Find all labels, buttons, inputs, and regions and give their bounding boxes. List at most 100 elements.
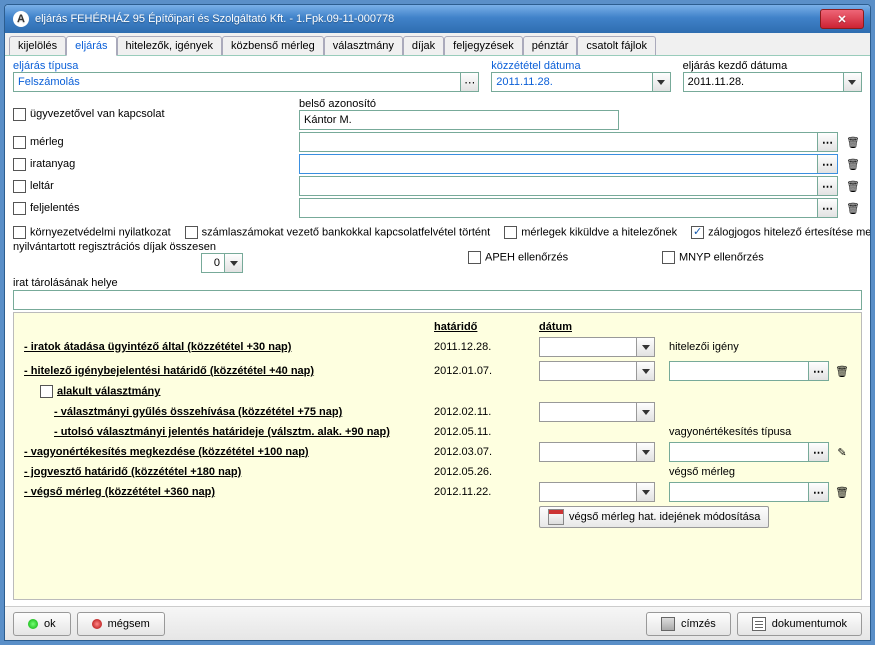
tab-kozbensomerleg[interactable]: közbenső mérleg	[222, 36, 324, 55]
tab-feljegyzesek[interactable]: feljegyzések	[444, 36, 523, 55]
cancel-icon	[92, 619, 102, 629]
checkbox-icon[interactable]	[13, 226, 26, 239]
row-hitelezok-date[interactable]	[539, 361, 655, 381]
chevron-down-icon[interactable]	[636, 403, 654, 421]
row-iratok[interactable]: - iratok átadása ügyintéző által (közzét…	[24, 341, 424, 353]
zalog-check[interactable]: zálogjogos hitelező értesítése megtörtén…	[691, 226, 870, 239]
pub-value: 2011.11.28.	[492, 76, 651, 88]
internal-id-input[interactable]: Kántor M.	[299, 110, 619, 130]
close-button[interactable]: ✕	[820, 9, 864, 29]
checkbox-icon[interactable]	[185, 226, 198, 239]
dokumentumok-label: dokumentumok	[772, 618, 847, 630]
ok-label: ok	[44, 618, 56, 630]
chevron-down-icon[interactable]	[636, 443, 654, 461]
type-combo[interactable]: Felszámolás ⋯	[13, 72, 479, 92]
ellipsis-icon[interactable]: ⋯	[817, 155, 837, 173]
dokumentumok-button[interactable]: dokumentumok	[737, 612, 862, 636]
start-value: 2011.11.28.	[684, 76, 843, 88]
merlegki-check[interactable]: mérlegek kiküldve a hitelezőnek	[504, 226, 677, 239]
tab-valasztmany[interactable]: választmány	[324, 36, 403, 55]
chevron-down-icon[interactable]	[636, 362, 654, 380]
iratanyag-input[interactable]: ⋯	[299, 154, 838, 174]
checkbox-icon[interactable]	[13, 158, 26, 171]
szamla-check[interactable]: számlaszámokat vezető bankokkal kapcsola…	[185, 226, 491, 239]
chevron-down-icon[interactable]	[652, 73, 670, 91]
merleg-check[interactable]: mérleg	[13, 136, 293, 149]
row-iratok-date[interactable]	[539, 337, 655, 357]
ellipsis-icon[interactable]: ⋯	[808, 483, 828, 501]
row-vagyon[interactable]: - vagyonértékesítés megkezdése (közzétét…	[24, 446, 424, 458]
iratanyag-delete[interactable]: 🗑	[844, 154, 862, 174]
mnyp-check[interactable]: MNYP ellenőrzés	[662, 251, 862, 264]
cimzes-button[interactable]: címzés	[646, 612, 731, 636]
ellipsis-icon[interactable]: ⋯	[817, 133, 837, 151]
ok-button[interactable]: ok	[13, 612, 71, 636]
row-hitelezok[interactable]: - hitelező igénybejelentési határidő (kö…	[24, 365, 424, 377]
korny-check[interactable]: környezetvédelmi nyilatkozat	[13, 226, 171, 239]
merleg-input[interactable]: ⋯	[299, 132, 838, 152]
row-vegso-date[interactable]	[539, 482, 655, 502]
tab-hitelezok[interactable]: hitelezők, igények	[117, 36, 222, 55]
row-valasztmanyi[interactable]: - választmányi gyűlés összehívása (közzé…	[24, 406, 424, 418]
row-vegso[interactable]: - végső mérleg (közzététel +360 nap)	[24, 486, 424, 498]
tab-penztar[interactable]: pénztár	[523, 36, 578, 55]
ellipsis-icon[interactable]: ⋯	[817, 199, 837, 217]
leltar-delete[interactable]: 🗑	[844, 176, 862, 196]
leltar-label: leltár	[30, 180, 54, 192]
row-vagyon-date[interactable]	[539, 442, 655, 462]
checkbox-icon[interactable]	[13, 202, 26, 215]
chevron-down-icon[interactable]	[636, 338, 654, 356]
modify-vegso-button[interactable]: végső mérleg hat. idejének módosítása	[539, 506, 769, 528]
vagyon-extra[interactable]: ✎	[833, 442, 851, 462]
start-date[interactable]: 2011.11.28.	[683, 72, 862, 92]
apeh-check[interactable]: APEH ellenőrzés	[468, 251, 648, 264]
feljelentes-delete[interactable]: 🗑	[844, 198, 862, 218]
row-jogveszto[interactable]: - jogvesztő határidő (közzététel +180 na…	[24, 466, 424, 478]
ellipsis-icon[interactable]: ⋯	[808, 362, 828, 380]
client-area: kijelölés eljárás hitelezők, igények köz…	[5, 33, 870, 640]
checkbox-icon[interactable]	[468, 251, 481, 264]
hitelezoi-delete[interactable]: 🗑	[833, 361, 851, 381]
leltar-input[interactable]: ⋯	[299, 176, 838, 196]
hitelezoi-combo[interactable]: ⋯	[669, 361, 829, 381]
leltar-check[interactable]: leltár	[13, 180, 293, 193]
merleg-delete[interactable]: 🗑	[844, 132, 862, 152]
row-valasztmanyi-date[interactable]	[539, 402, 655, 422]
cancel-button[interactable]: mégsem	[77, 612, 165, 636]
ok-icon	[28, 619, 38, 629]
iratanyag-check[interactable]: iratanyag	[13, 158, 293, 171]
tab-dijak[interactable]: díjak	[403, 36, 444, 55]
checkbox-icon[interactable]	[13, 108, 26, 121]
tab-csatolt[interactable]: csatolt fájlok	[577, 36, 656, 55]
chevron-down-icon[interactable]	[224, 254, 242, 272]
printer-icon	[661, 617, 675, 631]
chevron-down-icon[interactable]	[636, 483, 654, 501]
checkbox-icon[interactable]	[40, 385, 53, 398]
reg-label: nyilvántartott regisztrációs díjak össze…	[13, 241, 243, 253]
chevron-down-icon[interactable]	[843, 73, 861, 91]
row-utolso[interactable]: - utolsó választmányi jelentés határidej…	[24, 426, 424, 438]
reg-spinner[interactable]: 0	[201, 253, 243, 273]
ellipsis-icon[interactable]: ⋯	[808, 443, 828, 461]
feljelentes-input[interactable]: ⋯	[299, 198, 838, 218]
feljelentes-check[interactable]: feljelentés	[13, 202, 293, 215]
vegso-combo[interactable]: ⋯	[669, 482, 829, 502]
vegso-delete[interactable]: 🗑	[833, 482, 851, 502]
titlebar: A eljárás FEHÉRHÁZ 95 Építőipari és Szol…	[5, 5, 870, 33]
merlegki-label: mérlegek kiküldve a hitelezőnek	[521, 226, 677, 238]
contact-check[interactable]: ügyvezetővel van kapcsolat	[13, 108, 293, 121]
checkbox-icon[interactable]	[504, 226, 517, 239]
tab-eljaras[interactable]: eljárás	[66, 36, 116, 56]
checkbox-icon[interactable]	[13, 180, 26, 193]
ellipsis-icon[interactable]: ⋯	[460, 73, 478, 91]
tab-kijeloles[interactable]: kijelölés	[9, 36, 66, 55]
checkbox-icon[interactable]	[13, 136, 26, 149]
row-vegso-deadline: 2012.11.22.	[434, 486, 529, 498]
ellipsis-icon[interactable]: ⋯	[817, 177, 837, 195]
row-alakult[interactable]: alakult választmány	[24, 385, 424, 398]
vagyon-combo[interactable]: ⋯	[669, 442, 829, 462]
checkbox-icon[interactable]	[662, 251, 675, 264]
pub-date[interactable]: 2011.11.28.	[491, 72, 670, 92]
checkbox-icon[interactable]	[691, 226, 704, 239]
storage-input[interactable]	[13, 290, 862, 310]
